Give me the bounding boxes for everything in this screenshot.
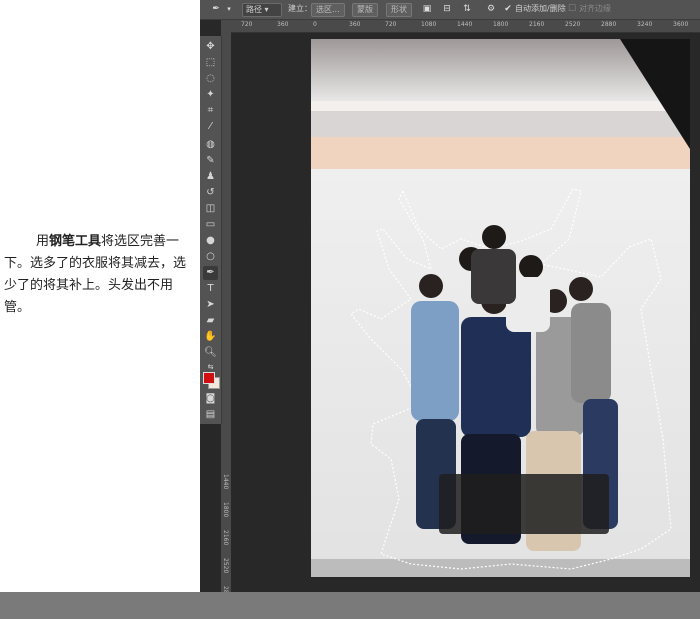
auto-add-delete-label: 自动添加/删除: [515, 4, 566, 13]
quick-selection-tool-icon[interactable]: ✦: [203, 88, 218, 102]
gradient-tool-icon[interactable]: ▭: [203, 218, 218, 232]
document-canvas[interactable]: [311, 39, 690, 577]
article-text-panel: 用钢笔工具将选区完善一下。选多了的衣服将其减去，选少了的将其补上。头发出不用管。: [0, 0, 200, 592]
align-edges-checkbox[interactable]: ☐: [567, 4, 577, 14]
bottom-gray-strip: [0, 592, 700, 619]
path-alignment-icon[interactable]: ⊟: [442, 4, 452, 14]
tool-preset-chevron-icon[interactable]: ▾: [224, 4, 234, 14]
healing-brush-tool-icon[interactable]: ◍: [203, 138, 218, 152]
auto-add-delete-checkbox[interactable]: ✔: [503, 4, 513, 14]
eyedropper-tool-icon[interactable]: ⁄: [203, 120, 218, 134]
instruction-prefix: 用: [36, 234, 50, 249]
pen-icon[interactable]: ✒: [211, 4, 221, 14]
shape-button[interactable]: 形状: [386, 3, 412, 17]
ruler-vertical: 1440 1800 2160 2520 2880: [221, 32, 231, 592]
ruler-tick-label: 2880: [601, 21, 617, 28]
ruler-tick-label: 1800: [222, 502, 229, 518]
instruction-text: 用钢笔工具将选区完善一下。选多了的衣服将其减去，选少了的将其补上。头发出不用管。: [4, 231, 198, 319]
gear-icon[interactable]: ⚙: [486, 4, 496, 14]
path-operations-icon[interactable]: ▣: [422, 4, 432, 14]
hand-tool-icon[interactable]: ✋: [203, 330, 218, 344]
ruler-tick-label: 720: [241, 21, 253, 28]
ruler-tick-label: 1440: [222, 474, 229, 490]
history-brush-tool-icon[interactable]: ↺: [203, 186, 218, 200]
crop-tool-icon[interactable]: ⌗: [203, 104, 218, 118]
screen-mode-icon[interactable]: ▤: [203, 408, 218, 422]
ruler-tick-label: 3240: [637, 21, 653, 28]
lasso-tool-icon[interactable]: ◌: [203, 72, 218, 86]
zoom-tool-icon[interactable]: 🔍︎: [203, 346, 218, 360]
options-bar: ✒ ▾ 路径 ▾ 建立： 选区... 蒙版 形状 ▣ ⊟ ⇅ ⚙ ✔ 自动添加/…: [200, 0, 700, 20]
ruler-tick-label: 3600: [673, 21, 689, 28]
ruler-tick-label: 2160: [222, 530, 229, 546]
align-edges-label: 对齐边缘: [579, 4, 611, 13]
foreground-color-swatch[interactable]: [203, 372, 215, 384]
shape-tool-icon[interactable]: ▰: [203, 314, 218, 328]
group-photo: [350, 188, 672, 570]
backdrop-band: [311, 137, 690, 169]
mask-button[interactable]: 蒙版: [352, 3, 378, 17]
dodge-tool-icon[interactable]: ○: [203, 250, 218, 264]
blur-tool-icon[interactable]: ●: [203, 234, 218, 248]
brush-tool-icon[interactable]: ✎: [203, 154, 218, 168]
type-tool-icon[interactable]: T: [203, 282, 218, 296]
ruler-tick-label: 2520: [222, 558, 229, 574]
tools-panel: ✥ ⬚ ◌ ✦ ⌗ ⁄ ◍ ✎ ♟ ↺ ◫ ▭ ● ○ ✒ T ➤ ▰ ✋ 🔍︎…: [200, 36, 222, 424]
ruler-tick-label: 1800: [493, 21, 509, 28]
path-selection-tool-icon[interactable]: ➤: [203, 298, 218, 312]
ruler-horizontal: 720 360 0 360 720 1080 1440 1800 2160 25…: [221, 20, 700, 33]
pen-icon[interactable]: ✒: [203, 266, 218, 280]
ruler-tick-label: 2160: [529, 21, 545, 28]
selection-button[interactable]: 选区...: [311, 3, 345, 17]
mode-select[interactable]: 路径 ▾: [242, 3, 282, 17]
mode-select-value: 路径: [246, 5, 262, 14]
make-label: 建立：: [288, 4, 312, 13]
eraser-tool-icon[interactable]: ◫: [203, 202, 218, 216]
ruler-tick-label: 1440: [457, 21, 473, 28]
ruler-tick-label: 720: [385, 21, 397, 28]
path-arrangement-icon[interactable]: ⇅: [462, 4, 472, 14]
move-tool-icon[interactable]: ✥: [203, 40, 218, 54]
clone-stamp-tool-icon[interactable]: ♟: [203, 170, 218, 184]
photoshop-window: ✒ ▾ 路径 ▾ 建立： 选区... 蒙版 形状 ▣ ⊟ ⇅ ⚙ ✔ 自动添加/…: [200, 0, 700, 592]
ruler-tick-label: 0: [313, 21, 317, 28]
backdrop-bar: [311, 101, 690, 111]
ruler-tick-label: 360: [277, 21, 289, 28]
marquee-tool-icon[interactable]: ⬚: [203, 56, 218, 70]
ruler-tick-label: 1080: [421, 21, 437, 28]
ruler-tick-label: 2520: [565, 21, 581, 28]
instruction-bold-tool: 钢笔工具: [49, 234, 102, 249]
quick-mask-icon[interactable]: ◙: [203, 392, 218, 406]
ruler-tick-label: 360: [349, 21, 361, 28]
